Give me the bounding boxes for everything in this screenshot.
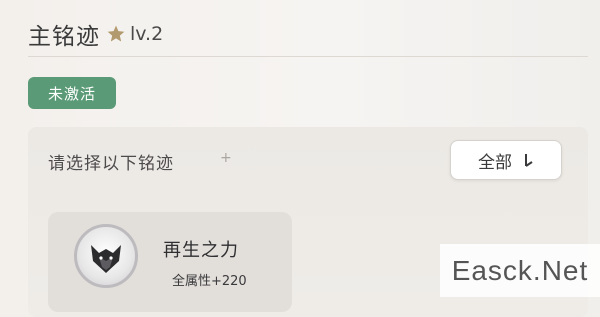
plus-icon: + bbox=[220, 150, 232, 166]
status-badge: 未激活 bbox=[28, 77, 116, 109]
status-badge-label: 未激活 bbox=[47, 84, 96, 103]
selection-prompt: 请选择以下铭迹 bbox=[48, 154, 174, 174]
inscription-panel-page: 主铭迹 lv.2 未激活 请选择以下铭迹 + 全部 再生之力 全属性+220 E… bbox=[0, 0, 600, 317]
filter-all-button[interactable]: 全部 bbox=[450, 140, 562, 180]
level-label: lv.2 bbox=[130, 23, 164, 45]
watermark: Easck.Net bbox=[440, 244, 600, 297]
star-icon bbox=[107, 25, 125, 42]
inscription-stat: 全属性+220 bbox=[172, 274, 247, 289]
watermark-text: Easck.Net bbox=[451, 254, 589, 286]
sort-down-icon bbox=[525, 154, 533, 167]
header: 主铭迹 lv.2 bbox=[28, 16, 163, 52]
fox-emblem-icon bbox=[74, 224, 138, 288]
filter-button-label: 全部 bbox=[478, 152, 512, 173]
header-divider bbox=[28, 56, 588, 57]
page-title: 主铭迹 bbox=[28, 24, 100, 50]
inscription-name: 再生之力 bbox=[163, 240, 239, 261]
